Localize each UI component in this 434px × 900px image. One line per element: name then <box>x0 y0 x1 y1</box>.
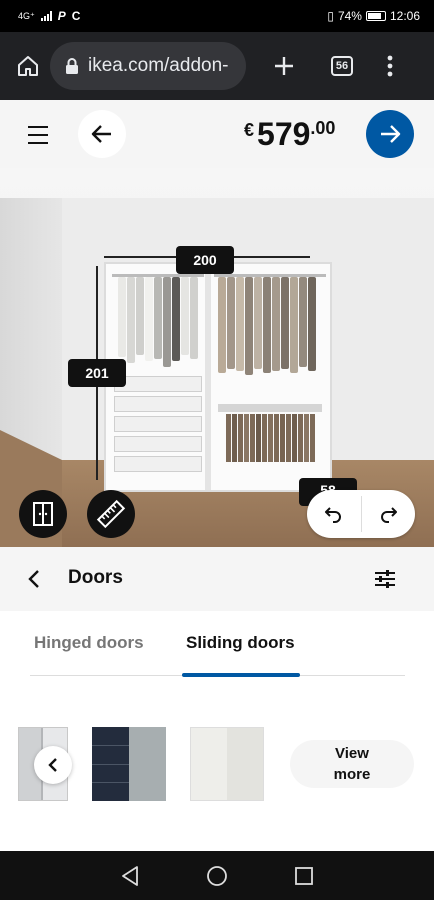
address-bar[interactable]: ikea.com/addon- <box>50 42 246 90</box>
price-decimal: .00 <box>310 118 336 138</box>
trousers <box>226 414 315 462</box>
status-left: 4G⁺ P C <box>18 9 80 23</box>
left-hanging-clothes <box>118 277 198 367</box>
chevron-left-icon <box>48 758 57 772</box>
lock-icon <box>64 57 80 75</box>
undo-icon <box>325 507 341 523</box>
height-dimension-label: 201 <box>68 359 126 387</box>
price-integer: 579 <box>257 116 311 152</box>
drawer <box>114 376 202 392</box>
system-nav-bar <box>0 851 434 900</box>
arrow-left-icon <box>91 125 111 143</box>
clock: 12:06 <box>389 9 420 23</box>
chevron-left-icon <box>28 570 39 588</box>
battery-percent: 74% <box>337 9 362 23</box>
nav-home-icon[interactable] <box>206 865 228 887</box>
panel-back-button[interactable] <box>22 567 46 591</box>
next-button[interactable] <box>366 110 414 158</box>
carousel-prev-button[interactable] <box>34 746 72 784</box>
drawer <box>114 396 202 412</box>
active-tab-indicator <box>182 673 300 677</box>
drawer <box>114 456 202 472</box>
more-vert-icon[interactable] <box>372 48 408 84</box>
tab-sliding-doors[interactable]: Sliding doors <box>186 633 295 653</box>
status-right: ▯ 74% 12:06 <box>327 9 420 23</box>
battery-icon <box>365 11 386 21</box>
tab-count: 56 <box>331 56 353 76</box>
right-hanging-clothes <box>218 277 316 375</box>
left-wall <box>0 198 62 468</box>
price-currency: € <box>244 120 255 140</box>
product-carousel: View more <box>0 681 434 851</box>
panel-title: Doors <box>68 567 123 588</box>
redo-button[interactable] <box>361 490 415 538</box>
width-dimension-label: 200 <box>176 246 234 274</box>
trouser-hanger <box>218 404 322 412</box>
drawer <box>114 416 202 432</box>
sync-icon: C <box>71 9 81 23</box>
home-icon[interactable] <box>10 48 46 84</box>
app-header: € 579 .00 <box>0 100 434 168</box>
undo-button[interactable] <box>307 490 361 538</box>
parking-icon: P <box>57 9 66 23</box>
url-text: ikea.com/addon- <box>88 55 229 76</box>
3d-viewer[interactable]: 200 201 58 <box>0 168 434 547</box>
new-tab-plus-icon[interactable] <box>266 48 302 84</box>
filter-button[interactable] <box>372 567 398 591</box>
doors-toggle-button[interactable] <box>19 490 67 538</box>
nav-back-icon[interactable] <box>120 865 140 887</box>
product-thumbnail[interactable] <box>92 727 166 801</box>
back-button[interactable] <box>78 110 126 158</box>
tab-hinged-doors[interactable]: Hinged doors <box>34 633 144 653</box>
vibrate-icon: ▯ <box>327 9 334 23</box>
status-bar: 4G⁺ P C ▯ 74% 12:06 <box>0 0 434 32</box>
wardrobe-divider <box>205 264 211 490</box>
view-more-label: View more <box>333 745 371 783</box>
view-more-button[interactable]: View more <box>290 740 414 788</box>
nav-recents-icon[interactable] <box>294 866 314 886</box>
total-price: € 579 .00 <box>244 114 335 154</box>
panel-header: Doors <box>0 547 434 611</box>
ruler-icon <box>96 499 126 529</box>
wardrobe-model[interactable] <box>104 262 332 492</box>
door-icon <box>33 502 53 526</box>
tabs-switcher-button[interactable]: 56 <box>324 48 360 84</box>
signal-icon <box>40 11 52 21</box>
drawer <box>114 436 202 452</box>
arrow-right-icon <box>381 125 401 143</box>
browser-toolbar: ikea.com/addon- 56 <box>0 32 434 100</box>
menu-icon[interactable] <box>28 122 70 148</box>
redo-icon <box>381 507 397 523</box>
undo-redo-group <box>307 490 415 538</box>
measure-toggle-button[interactable] <box>87 490 135 538</box>
sliders-icon <box>375 570 395 588</box>
network-type: 4G⁺ <box>18 10 35 21</box>
door-type-tabs: Hinged doors Sliding doors <box>0 611 434 681</box>
product-thumbnail[interactable] <box>190 727 264 801</box>
